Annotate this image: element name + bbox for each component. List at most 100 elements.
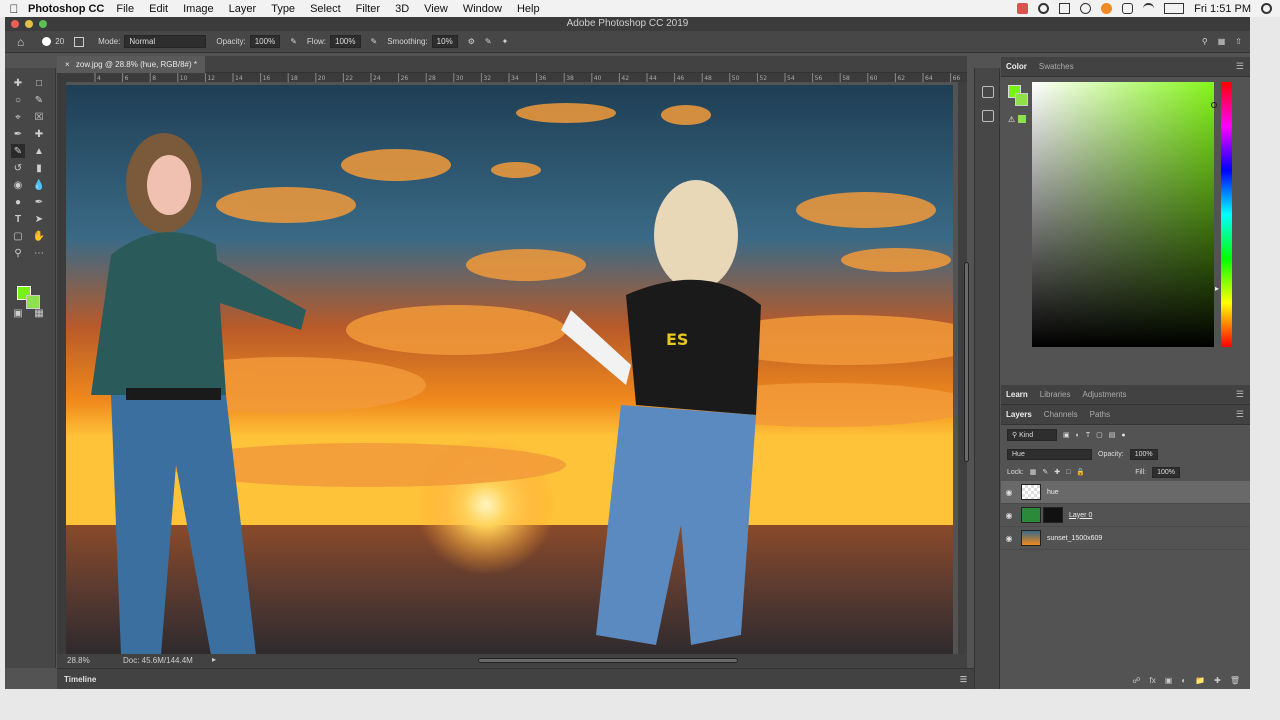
layer-opacity-input[interactable]: 100%: [1129, 448, 1158, 460]
layer-kind-filter[interactable]: ⚲ Kind: [1007, 429, 1057, 441]
pressure-size-icon[interactable]: ✎: [485, 37, 492, 46]
screen-mode-icon[interactable]: ▦: [32, 306, 46, 320]
new-adjustment-icon[interactable]: ◐: [1181, 676, 1186, 685]
menu-select[interactable]: Select: [310, 3, 341, 15]
canvas-scrollbar-vertical[interactable]: [958, 82, 969, 662]
airbrush-icon[interactable]: ✎: [371, 37, 378, 46]
zoom-window-button[interactable]: [39, 20, 47, 28]
lasso-tool-icon[interactable]: ○: [11, 93, 25, 107]
tab-color[interactable]: Color: [1006, 62, 1027, 71]
lock-transparency-icon[interactable]: ▦: [1030, 468, 1037, 476]
more-tools-icon[interactable]: ⋯: [32, 246, 46, 260]
tab-learn[interactable]: Learn: [1006, 390, 1028, 399]
dodge-tool-icon[interactable]: ●: [11, 195, 25, 209]
scroll-thumb[interactable]: [964, 262, 969, 462]
visibility-eye-icon[interactable]: ◉: [1001, 511, 1017, 520]
bluetooth-icon[interactable]: [1080, 3, 1092, 14]
symmetry-icon[interactable]: ✦: [502, 37, 509, 46]
menu-filter[interactable]: Filter: [356, 3, 380, 15]
color-panel-menu-icon[interactable]: ☰: [1236, 61, 1244, 72]
tab-adjustments[interactable]: Adjustments: [1082, 390, 1126, 399]
close-window-button[interactable]: [11, 20, 19, 28]
zoom-level[interactable]: 28.8%: [67, 656, 90, 665]
workspace-icon[interactable]: ▦: [1218, 37, 1226, 46]
new-group-icon[interactable]: 📁: [1195, 676, 1205, 685]
smoothing-input[interactable]: 10%: [431, 35, 458, 48]
cc-icon[interactable]: [1038, 3, 1050, 14]
lock-image-icon[interactable]: ✎: [1042, 468, 1048, 476]
blend-mode-select[interactable]: Hue: [1007, 448, 1092, 460]
layer-name[interactable]: sunset_1500x609: [1047, 535, 1102, 542]
timeline-tab[interactable]: Timeline: [64, 675, 96, 684]
lock-artboard-icon[interactable]: □: [1066, 469, 1070, 476]
learn-panel-menu-icon[interactable]: ☰: [1236, 389, 1244, 400]
web-safe-swatch[interactable]: [1018, 115, 1026, 123]
hue-slider[interactable]: ▸: [1215, 82, 1232, 347]
history-brush-tool-icon[interactable]: ↺: [11, 161, 25, 175]
menu-window[interactable]: Window: [463, 3, 502, 15]
spotlight-search-icon[interactable]: [1261, 3, 1272, 14]
search-icon[interactable]: ⚲: [1202, 37, 1208, 46]
tab-channels[interactable]: Channels: [1044, 410, 1078, 419]
move-tool-icon[interactable]: ✚: [11, 76, 25, 90]
filter-shape-icon[interactable]: ▢: [1096, 431, 1103, 439]
filter-pixel-icon[interactable]: ▣: [1063, 431, 1070, 439]
brush-preset-picker[interactable]: 20: [42, 37, 64, 46]
notification-icon[interactable]: [1017, 3, 1029, 14]
visibility-eye-icon[interactable]: ◉: [1001, 488, 1017, 497]
layer-name[interactable]: Layer 0: [1069, 512, 1092, 519]
tab-paths[interactable]: Paths: [1090, 410, 1110, 419]
color-picker-handle[interactable]: [1211, 102, 1217, 108]
history-panel-icon[interactable]: [982, 86, 994, 98]
properties-panel-icon[interactable]: [982, 110, 994, 122]
document-tab[interactable]: × zow.jpg @ 28.8% (hue, RGB/8#) *: [57, 56, 205, 73]
layer-style-icon[interactable]: fx: [1150, 676, 1156, 685]
eyedropper-tool-icon[interactable]: ✒: [11, 127, 25, 141]
brush-tool-icon[interactable]: ✎: [11, 144, 25, 158]
filter-type-icon[interactable]: T: [1086, 432, 1090, 439]
menu-image[interactable]: Image: [183, 3, 214, 15]
share-icon[interactable]: ⇧: [1235, 37, 1242, 46]
tab-swatches[interactable]: Swatches: [1039, 62, 1074, 71]
gradient-tool-icon[interactable]: ◉: [11, 178, 25, 192]
dropbox-icon[interactable]: [1059, 3, 1071, 14]
filter-smart-object-icon[interactable]: ▤: [1109, 431, 1116, 439]
menu-view[interactable]: View: [424, 3, 448, 15]
minimize-window-button[interactable]: [25, 20, 33, 28]
hue-slider-handle[interactable]: ▸: [1215, 284, 1219, 293]
color-field[interactable]: [1032, 82, 1217, 347]
frame-tool-icon[interactable]: ☒: [32, 110, 46, 124]
lock-all-icon[interactable]: 🔒: [1076, 468, 1085, 476]
menu-layer[interactable]: Layer: [229, 3, 257, 15]
doc-info[interactable]: Doc: 45.6M/144.4M: [123, 656, 193, 665]
menu-edit[interactable]: Edit: [149, 3, 168, 15]
app-menu[interactable]: Photoshop CC: [28, 3, 104, 15]
menu-type[interactable]: Type: [271, 3, 295, 15]
firefox-icon[interactable]: [1101, 3, 1113, 14]
pen-tool-icon[interactable]: ✒: [32, 195, 46, 209]
gear-icon[interactable]: ⚙: [468, 37, 475, 46]
quick-mask-icon[interactable]: ▣: [11, 306, 25, 320]
crop-tool-icon[interactable]: ⌖: [11, 110, 25, 124]
marquee-tool-icon[interactable]: □: [32, 76, 46, 90]
mode-select[interactable]: Normal: [124, 35, 207, 48]
layer-row[interactable]: ◉ sunset_1500x609: [1001, 527, 1250, 550]
home-icon[interactable]: ⌂: [17, 35, 24, 49]
delete-layer-icon[interactable]: 🗑: [1230, 676, 1240, 685]
visibility-eye-icon[interactable]: ◉: [1001, 534, 1017, 543]
stamp-tool-icon[interactable]: ▲: [32, 144, 46, 158]
menu-help[interactable]: Help: [517, 3, 540, 15]
new-layer-icon[interactable]: ✚: [1214, 676, 1221, 685]
timeline-menu-icon[interactable]: ☰: [960, 669, 967, 690]
warning-icon[interactable]: ⚠: [1008, 115, 1015, 124]
time-machine-icon[interactable]: [1122, 3, 1134, 14]
tab-layers[interactable]: Layers: [1006, 410, 1032, 419]
link-layers-icon[interactable]: ☍: [1132, 676, 1140, 685]
rectangle-tool-icon[interactable]: ▢: [11, 229, 25, 243]
blur-tool-icon[interactable]: 💧: [32, 178, 46, 192]
layer-mask-thumbnail[interactable]: [1043, 507, 1063, 523]
layer-row[interactable]: ◉ hue: [1001, 481, 1250, 504]
menu-3d[interactable]: 3D: [395, 3, 409, 15]
healing-brush-tool-icon[interactable]: ✚: [32, 127, 46, 141]
filter-adjustment-icon[interactable]: ◐: [1076, 432, 1080, 439]
